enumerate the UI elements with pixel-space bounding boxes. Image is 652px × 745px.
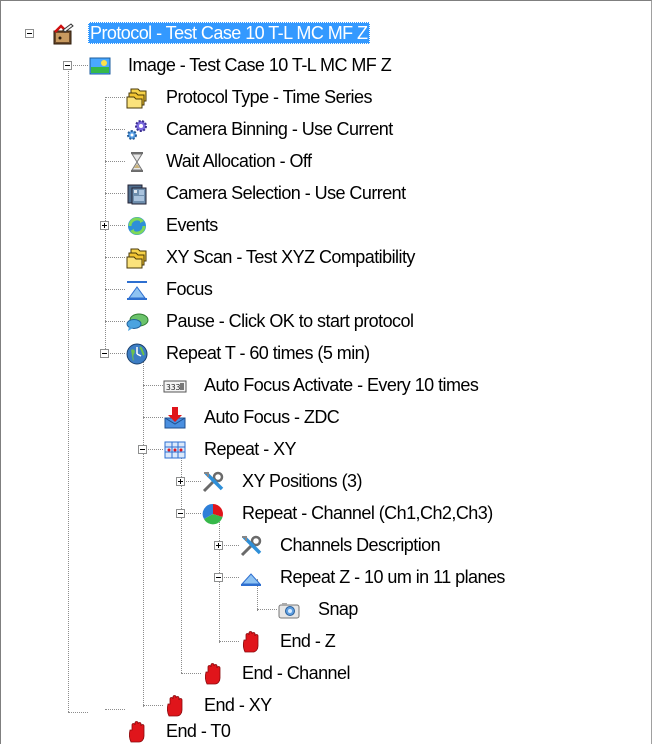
pie-icon [201, 502, 225, 526]
node-label: Channels Description [280, 535, 441, 555]
tree-node-events[interactable]: Events [1, 209, 471, 241]
protocol-tree: Protocol - Test Case 10 T-L MC MF Z Imag… [1, 1, 651, 744]
node-label: Repeat - XY [204, 439, 297, 459]
node-label: End - T0 [166, 721, 231, 741]
tree-node-xy-scan[interactable]: XY Scan - Test XYZ Compatibility [1, 241, 471, 273]
film-icon [125, 182, 149, 206]
node-label: Repeat - Channel (Ch1,Ch2,Ch3) [242, 503, 493, 523]
tree-node-camera-selection[interactable]: Camera Selection - Use Current [1, 177, 471, 209]
tree-node-wait-allocation[interactable]: Wait Allocation - Off [1, 145, 471, 177]
tree-node-protocol[interactable]: Protocol - Test Case 10 T-L MC MF Z [1, 17, 471, 49]
node-label: Repeat Z - 10 um in 11 planes [280, 567, 505, 587]
stop-hand-icon [201, 662, 225, 686]
expand-toggle[interactable] [176, 477, 185, 486]
node-label: Snap [318, 599, 358, 619]
node-label: Protocol - Test Case 10 T-L MC MF Z [88, 22, 370, 44]
download-arrow-icon [163, 406, 187, 430]
gears-icon [125, 118, 149, 142]
tree-node-protocol-type[interactable]: Protocol Type - Time Series [1, 81, 471, 113]
node-label: End - Z [280, 631, 336, 651]
tree-node-repeat-xy[interactable]: Repeat - XY [1, 433, 471, 465]
folders-icon [125, 246, 149, 270]
node-label: Image - Test Case 10 T-L MC MF Z [128, 55, 392, 75]
node-label: Camera Selection - Use Current [166, 183, 406, 203]
tree-node-xy-positions[interactable]: XY Positions (3) [1, 465, 471, 497]
collapse-toggle[interactable] [138, 445, 147, 454]
node-label: Repeat T - 60 times (5 min) [166, 343, 370, 363]
node-label: Auto Focus Activate - Every 10 times [204, 375, 479, 395]
collapse-toggle[interactable] [25, 29, 34, 38]
refresh-icon [125, 214, 149, 238]
protocol-icon [51, 22, 75, 46]
focus-icon [125, 278, 149, 302]
tree-node-auto-focus-activate[interactable]: 333 Auto Focus Activate - Every 10 times [1, 369, 521, 401]
expand-toggle[interactable] [214, 541, 223, 550]
stop-hand-icon [125, 720, 149, 744]
stop-hand-icon [239, 630, 263, 654]
tree-node-end-z[interactable]: End - Z [1, 625, 471, 657]
focus-icon [239, 566, 263, 590]
counter-icon: 333 [163, 374, 187, 398]
node-label: Camera Binning - Use Current [166, 119, 393, 139]
node-label: Focus [166, 279, 213, 299]
tree-node-end-t0[interactable]: End - T0 [1, 717, 471, 744]
tree-node-channels-description[interactable]: Channels Description [1, 529, 521, 561]
folders-icon [125, 86, 149, 110]
node-label: Events [166, 215, 218, 235]
speech-bubble-icon [125, 310, 149, 334]
image-icon [88, 54, 112, 78]
camera-icon [277, 598, 301, 622]
collapse-toggle[interactable] [176, 509, 185, 518]
node-label: Wait Allocation - Off [166, 151, 312, 171]
collapse-toggle[interactable] [63, 61, 72, 70]
tree-node-image[interactable]: Image - Test Case 10 T-L MC MF Z [1, 49, 471, 81]
tree-node-repeat-z[interactable]: Repeat Z - 10 um in 11 planes [1, 561, 591, 593]
tree-node-repeat-channel[interactable]: Repeat - Channel (Ch1,Ch2,Ch3) [1, 497, 571, 529]
node-label: Protocol Type - Time Series [166, 87, 372, 107]
expand-toggle[interactable] [100, 221, 109, 230]
node-label: End - Channel [242, 663, 350, 683]
tree-node-repeat-t[interactable]: Repeat T - 60 times (5 min) [1, 337, 471, 369]
node-label: End - XY [204, 695, 272, 715]
tree-node-auto-focus-zdc[interactable]: Auto Focus - ZDC [1, 401, 471, 433]
node-label: Auto Focus - ZDC [204, 407, 340, 427]
tree-node-camera-binning[interactable]: Camera Binning - Use Current [1, 113, 471, 145]
tree-node-snap[interactable]: Snap [1, 593, 471, 625]
stop-hand-icon [163, 694, 187, 718]
clock-globe-icon [125, 342, 149, 366]
tools-icon [201, 470, 225, 494]
tree-node-end-channel[interactable]: End - Channel [1, 657, 471, 689]
grid-icon [163, 438, 187, 462]
node-label: XY Positions (3) [242, 471, 362, 491]
collapse-toggle[interactable] [214, 573, 223, 582]
tree-node-focus[interactable]: Focus [1, 273, 471, 305]
tree-node-pause[interactable]: Pause - Click OK to start protocol [1, 305, 471, 337]
protocol-tree-panel: Protocol - Test Case 10 T-L MC MF Z Imag… [0, 0, 652, 744]
collapse-toggle[interactable] [100, 349, 109, 358]
node-label: XY Scan - Test XYZ Compatibility [166, 247, 415, 267]
tools-icon [239, 534, 263, 558]
hourglass-icon [125, 150, 149, 174]
svg-text:333: 333 [166, 383, 181, 392]
node-label: Pause - Click OK to start protocol [166, 311, 414, 331]
